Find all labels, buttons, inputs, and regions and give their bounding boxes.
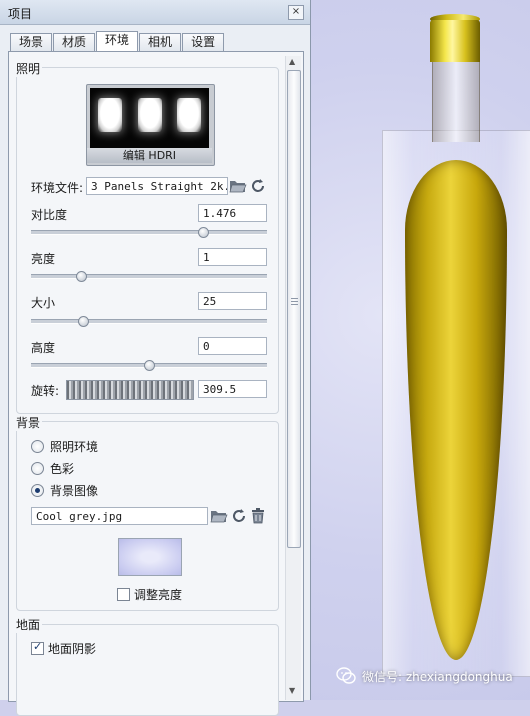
size-slider[interactable] (31, 316, 267, 327)
tab-environment[interactable]: 环境 (96, 31, 139, 51)
lighting-section-title: 照明 (14, 60, 43, 77)
height-slider-thumb[interactable] (144, 360, 155, 371)
rotation-dial[interactable] (66, 380, 194, 400)
brightness-slider-thumb[interactable] (75, 271, 87, 282)
height-field[interactable]: 0 (198, 337, 267, 355)
adjust-brightness-label: 调整亮度 (134, 588, 183, 602)
edit-hdri-label: 编辑 HDRI (87, 148, 212, 163)
trash-icon[interactable] (249, 507, 267, 525)
folder-open-icon[interactable] (210, 507, 228, 525)
tab-camera[interactable]: 相机 (139, 33, 182, 51)
background-image-preview (118, 538, 182, 576)
env-file-label: 环境文件: (31, 181, 84, 195)
bg-option-label: 背景图像 (50, 484, 99, 498)
hdri-light-panel (177, 98, 201, 132)
refresh-icon[interactable] (230, 507, 248, 525)
bg-option-label: 照明环境 (50, 440, 99, 454)
scrollbar-grip (291, 298, 298, 306)
radio-color[interactable] (31, 462, 44, 475)
contrast-field[interactable]: 1.476 (198, 204, 267, 222)
ground-shadow-option[interactable]: 地面阴影 (31, 640, 96, 657)
background-section-title: 背景 (14, 414, 43, 431)
brightness-label: 亮度 (31, 252, 56, 266)
perfume-bottle-render (370, 0, 530, 700)
ground-shadow-label: 地面阴影 (48, 642, 97, 656)
scroll-down-icon[interactable]: ▼ (289, 686, 295, 695)
size-field[interactable]: 25 (198, 292, 267, 310)
rotation-label: 旋转: (31, 384, 60, 398)
panel-titlebar: 项目 × (0, 0, 310, 25)
edit-hdri-button[interactable]: 编辑 HDRI (86, 84, 215, 166)
tab-scene[interactable]: 场景 (10, 33, 53, 51)
height-slider[interactable] (31, 360, 267, 371)
radio-lighting-env[interactable] (31, 440, 44, 453)
tab-bar: 场景 材质 环境 相机 设置 (10, 31, 225, 51)
hdri-light-panel (98, 98, 122, 132)
refresh-icon[interactable] (249, 177, 267, 195)
radio-background-image[interactable] (31, 484, 44, 497)
tab-materials[interactable]: 材质 (53, 33, 96, 51)
bg-option-lighting-env[interactable]: 照明环境 (31, 438, 98, 455)
contrast-slider[interactable] (31, 227, 267, 238)
ground-group (16, 624, 279, 716)
size-slider-thumb[interactable] (77, 316, 89, 327)
contrast-label: 对比度 (31, 208, 68, 222)
adjust-brightness-checkbox[interactable] (117, 588, 130, 601)
bg-option-image[interactable]: 背景图像 (31, 482, 98, 499)
close-icon[interactable]: × (288, 5, 304, 20)
env-file-field[interactable]: 3 Panels Straight 2k.hdr (86, 177, 228, 195)
tab-settings[interactable]: 设置 (182, 33, 225, 51)
bottle-cap (430, 20, 480, 62)
ground-shadow-checkbox[interactable] (31, 640, 44, 655)
scroll-up-icon[interactable]: ▲ (289, 57, 295, 66)
brightness-field[interactable]: 1 (198, 248, 267, 266)
bottle-neck (432, 62, 480, 142)
ground-section-title: 地面 (14, 616, 43, 633)
wechat-icon (336, 667, 356, 684)
panel-scrollbar[interactable]: ▲ ▼ (285, 56, 301, 700)
watermark-text: 微信号: zhexiangdonghua (362, 669, 513, 684)
panel-title: 项目 (8, 7, 33, 21)
adjust-brightness-option[interactable]: 调整亮度 (117, 586, 182, 603)
brightness-slider[interactable] (31, 271, 267, 282)
size-label: 大小 (31, 296, 56, 310)
bg-option-label: 色彩 (50, 462, 75, 476)
scrollbar-thumb[interactable] (287, 70, 301, 548)
hdri-light-panel (138, 98, 162, 132)
height-label: 高度 (31, 341, 56, 355)
bg-option-color[interactable]: 色彩 (31, 460, 74, 477)
background-image-field[interactable]: Cool grey.jpg (31, 507, 208, 525)
rotation-field[interactable]: 309.5 (198, 380, 267, 398)
hdri-preview (90, 88, 209, 148)
watermark: 微信号: zhexiangdonghua (336, 664, 528, 688)
folder-open-icon[interactable] (229, 177, 247, 195)
project-panel: 项目 × 场景 材质 环境 相机 设置 照明 编辑 HDRI 环境文件: 3 P… (0, 0, 311, 716)
